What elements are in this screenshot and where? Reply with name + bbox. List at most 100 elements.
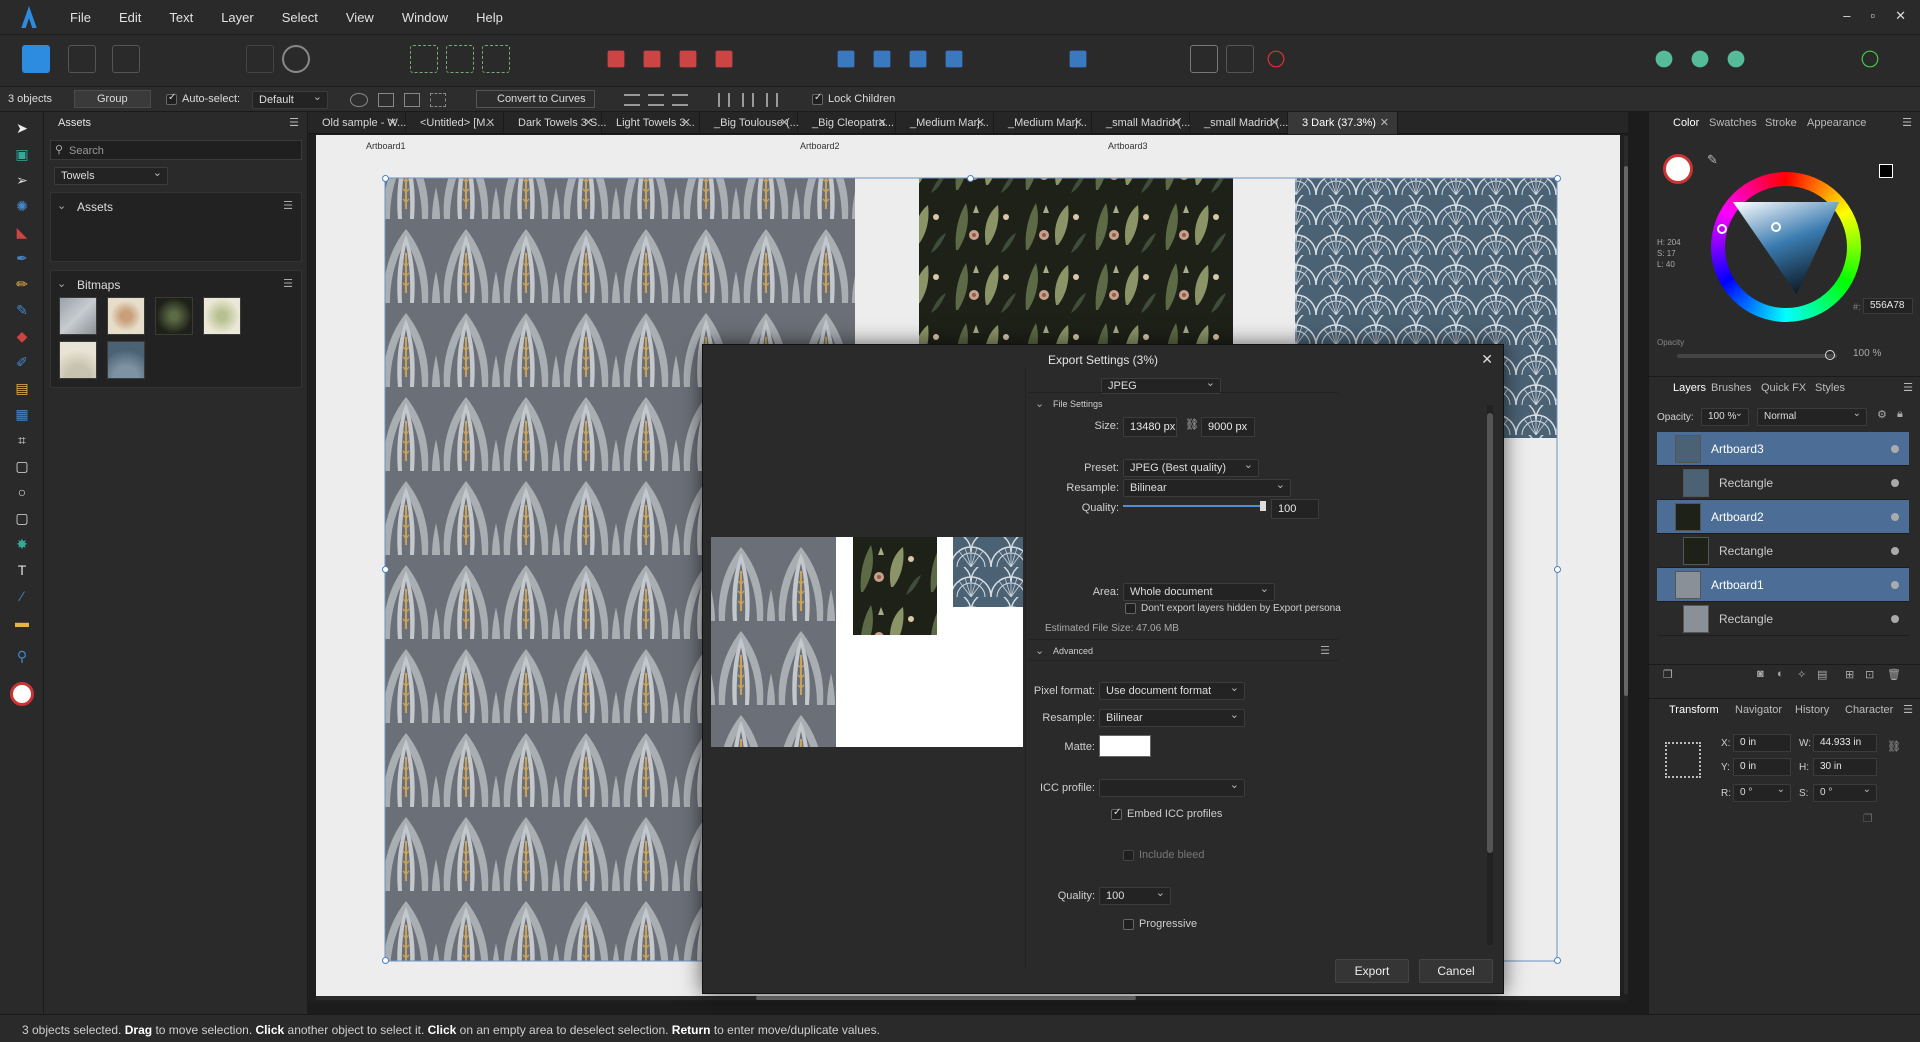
- fx-icon[interactable]: ✧: [1797, 668, 1806, 681]
- layer-row-rectangle[interactable]: Rectangle: [1657, 466, 1909, 500]
- rounded-rect-tool-icon[interactable]: ▢: [12, 508, 32, 528]
- vector-brush-icon[interactable]: ✎: [12, 300, 32, 320]
- resize-handle[interactable]: [382, 566, 389, 573]
- dont-export-hidden-checkbox[interactable]: [1125, 603, 1136, 614]
- convert-to-curves-button[interactable]: Convert to Curves: [476, 90, 595, 108]
- snapping-manager-icon[interactable]: [1691, 50, 1709, 68]
- transform-options-icon[interactable]: ❐: [1863, 812, 1873, 825]
- bitmap-thumbnail[interactable]: [59, 297, 97, 335]
- pixel-persona-icon[interactable]: [68, 45, 96, 73]
- menu-edit[interactable]: Edit: [105, 10, 155, 25]
- transform-size-icon[interactable]: [404, 93, 420, 107]
- panel-menu-icon[interactable]: ☰: [1903, 377, 1913, 399]
- text-tool-icon[interactable]: T: [12, 560, 32, 580]
- minimize-button[interactable]: –: [1843, 8, 1850, 24]
- opacity-slider[interactable]: [1677, 350, 1837, 360]
- snap-center-icon[interactable]: [482, 45, 510, 73]
- menu-text[interactable]: Text: [155, 10, 207, 25]
- bitmap-thumbnail[interactable]: [107, 341, 145, 379]
- panel-menu-icon[interactable]: ☰: [1902, 112, 1912, 134]
- export-button[interactable]: Export: [1335, 959, 1409, 983]
- x-field[interactable]: 0 in: [1733, 734, 1791, 752]
- doc-tab[interactable]: Dark Towels 3 S... ✕: [504, 112, 606, 134]
- insert-inside-icon[interactable]: [1226, 45, 1254, 73]
- tab-character[interactable]: Character: [1845, 699, 1893, 721]
- layer-settings-gear-icon[interactable]: ⚙: [1877, 408, 1887, 421]
- layer-opacity-dropdown[interactable]: 100 %: [1701, 406, 1749, 426]
- resample2-dropdown[interactable]: Bilinear: [1099, 707, 1245, 727]
- doc-tab[interactable]: _Medium Marj... ✕: [896, 112, 994, 134]
- ruler-tool-icon[interactable]: ▬: [12, 612, 32, 632]
- resize-handle[interactable]: [1554, 957, 1561, 964]
- layer-row-artboard3[interactable]: Artboard3: [1657, 432, 1909, 466]
- add-pixel-layer-icon[interactable]: ⊡: [1865, 668, 1874, 681]
- corner-tool-icon[interactable]: ◣: [12, 222, 32, 242]
- designer-persona-icon[interactable]: [22, 45, 50, 73]
- tab-styles[interactable]: Styles: [1815, 377, 1845, 399]
- bitmap-thumbnail[interactable]: [203, 297, 241, 335]
- insert-behind-icon[interactable]: [1267, 50, 1285, 68]
- lock-children-checkbox[interactable]: [812, 92, 823, 105]
- y-field[interactable]: 0 in: [1733, 758, 1791, 776]
- doc-tab[interactable]: _Big Toulouse (... ✕: [700, 112, 799, 134]
- bitmap-thumbnail[interactable]: [107, 297, 145, 335]
- align-center-icon[interactable]: [648, 94, 664, 106]
- align-icon[interactable]: [1069, 50, 1087, 68]
- resize-handle[interactable]: [382, 175, 389, 182]
- layer-row-rectangle[interactable]: Rectangle: [1657, 602, 1909, 636]
- contour-tool-icon[interactable]: ✺: [12, 196, 32, 216]
- flip-vertical-icon[interactable]: [873, 50, 891, 68]
- tab-stroke[interactable]: Stroke: [1765, 112, 1797, 134]
- bitmap-thumbnail[interactable]: [155, 297, 193, 335]
- resize-handle[interactable]: [382, 957, 389, 964]
- color-handle[interactable]: [1771, 222, 1781, 232]
- color-picker-icon[interactable]: ⁄: [12, 586, 32, 606]
- vertical-scrollbar[interactable]: [1624, 136, 1628, 994]
- resize-handle[interactable]: [1554, 175, 1561, 182]
- tab-color[interactable]: Color: [1673, 112, 1699, 134]
- chevron-down-icon[interactable]: ⌄: [57, 277, 66, 290]
- doc-tab[interactable]: _small Madrid (... ✕: [1190, 112, 1288, 134]
- blend-mode-dropdown[interactable]: Normal: [1757, 406, 1867, 426]
- arrange-backward-icon[interactable]: [643, 50, 661, 68]
- asset-category-dropdown[interactable]: Towels: [54, 165, 168, 185]
- rotate-left-icon[interactable]: [909, 50, 927, 68]
- embed-icc-checkbox[interactable]: [1111, 807, 1122, 820]
- auto-select-checkbox[interactable]: [166, 92, 177, 105]
- add-layer-icon[interactable]: ⊞: [1845, 668, 1854, 681]
- pen-tool-icon[interactable]: ✒: [12, 248, 32, 268]
- horizontal-scrollbar[interactable]: [316, 996, 1620, 1000]
- include-bleed-checkbox[interactable]: [1123, 849, 1134, 861]
- pixel-format-dropdown[interactable]: Use document format: [1099, 680, 1245, 700]
- quality-field[interactable]: 100: [1271, 499, 1319, 519]
- group-button[interactable]: Group: [74, 90, 151, 108]
- tab-quick-fx[interactable]: Quick FX: [1761, 377, 1806, 399]
- transform-bounds-icon[interactable]: [378, 93, 394, 107]
- delete-layer-icon[interactable]: 🗑︎: [1887, 668, 1901, 681]
- tab-swatches[interactable]: Swatches: [1709, 112, 1757, 134]
- doc-tab[interactable]: _Big Cleopatra... ✕: [798, 112, 896, 134]
- node-tool-icon[interactable]: ➢: [12, 170, 32, 190]
- color-wheel-icon[interactable]: [1727, 50, 1745, 68]
- menu-layer[interactable]: Layer: [207, 10, 268, 25]
- section-menu-icon[interactable]: ☰: [283, 199, 293, 212]
- panel-menu-icon[interactable]: ☰: [1903, 699, 1913, 721]
- zoom-tool-icon[interactable]: ⚲: [12, 646, 32, 666]
- menu-file[interactable]: File: [56, 10, 105, 25]
- transform-grid-icon[interactable]: [430, 93, 446, 107]
- section-menu-icon[interactable]: ☰: [283, 277, 293, 290]
- cancel-button[interactable]: Cancel: [1419, 959, 1493, 983]
- doc-tab[interactable]: Light Towels 3... ✕: [602, 112, 700, 134]
- adjustment-icon[interactable]: ◐: [1777, 668, 1784, 680]
- layer-options-icon[interactable]: ❐: [1663, 668, 1673, 681]
- tab-navigator[interactable]: Navigator: [1735, 699, 1782, 721]
- align-bottom-icon[interactable]: [766, 93, 778, 107]
- advanced-menu-icon[interactable]: ☰: [1320, 644, 1330, 657]
- tab-assets[interactable]: Assets: [58, 112, 91, 134]
- doc-tab[interactable]: <Untitled> [M... ✕: [406, 112, 504, 134]
- doc-tab[interactable]: _Medium Marj... ✕: [994, 112, 1092, 134]
- fill-stroke-swatch-icon[interactable]: [10, 682, 34, 706]
- close-window-button[interactable]: ✕: [1895, 8, 1906, 24]
- gradient-tool-icon[interactable]: ▤: [12, 378, 32, 398]
- tab-history[interactable]: History: [1795, 699, 1829, 721]
